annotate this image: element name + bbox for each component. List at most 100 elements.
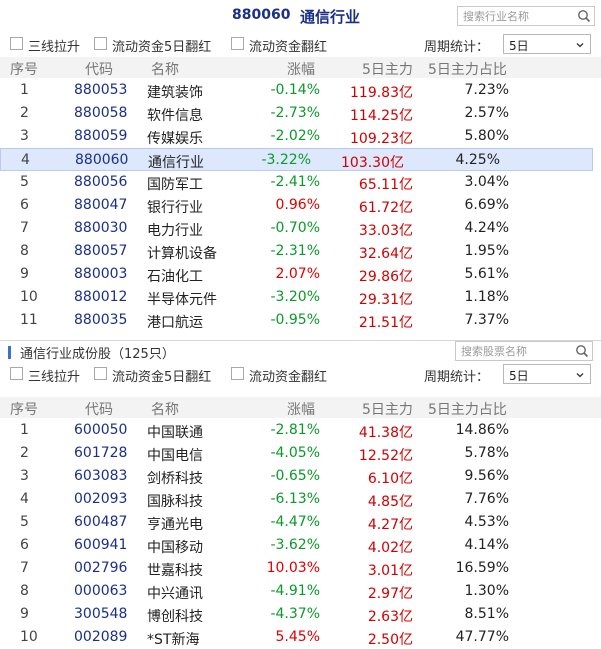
row-change: -3.20% xyxy=(270,289,320,305)
row-main5: 2.63亿 xyxy=(367,609,413,625)
row-main5: 21.51亿 xyxy=(358,315,413,331)
checkbox-fund-red[interactable] xyxy=(231,367,244,380)
period-select[interactable]: 5日 xyxy=(503,34,591,54)
row-code: 880012 xyxy=(74,289,128,305)
period-label: 周期统计： xyxy=(424,40,490,55)
table-row[interactable]: 9 300548 博创科技 -4.37% 2.63亿 8.51% xyxy=(0,603,601,626)
row-index: 1 xyxy=(20,82,29,98)
row-name: 计算机设备 xyxy=(147,246,217,262)
row-change: -3.22% xyxy=(261,152,311,168)
row-change: -6.13% xyxy=(270,491,320,507)
stock-search-input[interactable] xyxy=(456,342,573,360)
search-icon[interactable] xyxy=(577,9,591,23)
table-row[interactable]: 10 002089 *ST新海 5.45% 2.50亿 47.77% xyxy=(0,626,601,649)
table-row[interactable]: 6 880047 银行行业 0.96% 61.72亿 6.69% xyxy=(0,194,601,217)
table-row[interactable]: 5 880056 国防军工 -2.41% 65.11亿 3.04% xyxy=(0,171,601,194)
period-value: 5日 xyxy=(509,39,529,53)
table-row[interactable]: 1 880053 建筑装饰 -0.14% 119.83亿 7.23% xyxy=(0,79,601,102)
industry-table-header: 序号 代码 名称 涨幅 5日主力 5日主力占比 xyxy=(0,57,601,78)
table-row[interactable]: 7 880030 电力行业 -0.70% 33.03亿 4.24% xyxy=(0,217,601,240)
row-index: 4 xyxy=(21,152,30,168)
checkbox-fund-5day-red[interactable] xyxy=(94,367,107,380)
col-ratio[interactable]: 5日主力占比 xyxy=(428,399,507,419)
row-code: 002796 xyxy=(74,560,128,576)
row-name: 电力行业 xyxy=(147,223,203,239)
table-row[interactable]: 3 880059 传媒娱乐 -2.02% 109.23亿 5.80% xyxy=(0,125,601,148)
row-name: 国防军工 xyxy=(147,177,203,193)
col-code[interactable]: 代码 xyxy=(85,59,113,79)
row-change: 0.96% xyxy=(275,197,320,213)
checkbox-three-line[interactable] xyxy=(10,367,23,380)
table-row[interactable]: 7 002796 世嘉科技 10.03% 3.01亿 16.59% xyxy=(0,557,601,580)
row-name: 银行行业 xyxy=(147,200,203,216)
col-name[interactable]: 名称 xyxy=(151,59,179,79)
row-index: 2 xyxy=(20,105,29,121)
row-main5: 65.11亿 xyxy=(358,177,413,193)
stock-search-box[interactable] xyxy=(455,341,593,361)
row-change: -2.31% xyxy=(270,243,320,259)
row-index: 5 xyxy=(20,514,29,530)
row-main5: 61.72亿 xyxy=(358,200,413,216)
period-select[interactable]: 5日 xyxy=(503,364,591,384)
table-row[interactable]: 10 880012 半导体元件 -3.20% 29.31亿 1.18% xyxy=(0,286,601,309)
table-row[interactable]: 3 603083 剑桥科技 -0.65% 6.10亿 9.56% xyxy=(0,465,601,488)
row-ratio: 6.69% xyxy=(464,197,509,213)
row-name: 港口航运 xyxy=(147,315,203,331)
checkbox-three-line[interactable] xyxy=(10,37,23,50)
checkbox-fund-5day-red[interactable] xyxy=(94,37,107,50)
row-main5: 4.02亿 xyxy=(367,540,413,556)
row-code: 880047 xyxy=(74,197,128,213)
search-icon[interactable] xyxy=(575,344,589,358)
table-row[interactable]: 1 600050 中国联通 -2.81% 41.38亿 14.86% xyxy=(0,419,601,442)
checkbox-fund-red[interactable] xyxy=(231,37,244,50)
filter-bar: 三线拉升 流动资金5日翻红 流动资金翻红 周期统计： 5日 xyxy=(0,34,601,56)
industry-search-input[interactable] xyxy=(458,7,575,25)
row-main5: 2.50亿 xyxy=(367,632,413,648)
row-change: -0.70% xyxy=(270,220,320,236)
row-code: 880003 xyxy=(74,266,128,282)
col-main5[interactable]: 5日主力 xyxy=(362,399,413,419)
row-change: 5.45% xyxy=(275,629,320,645)
row-change: -4.47% xyxy=(270,514,320,530)
col-change[interactable]: 涨幅 xyxy=(287,399,315,419)
table-row[interactable]: 4 002093 国脉科技 -6.13% 4.85亿 7.76% xyxy=(0,488,601,511)
col-name[interactable]: 名称 xyxy=(151,399,179,419)
table-row[interactable]: 8 000063 中兴通讯 -4.91% 2.97亿 1.30% xyxy=(0,580,601,603)
col-main5[interactable]: 5日主力 xyxy=(362,59,413,79)
table-row[interactable]: 9 880003 石油化工 2.07% 29.86亿 5.61% xyxy=(0,263,601,286)
row-change: -4.91% xyxy=(270,583,320,599)
col-ratio[interactable]: 5日主力占比 xyxy=(428,59,507,79)
row-ratio: 5.78% xyxy=(464,445,509,461)
industry-search-box[interactable] xyxy=(457,6,595,26)
row-change: -2.41% xyxy=(270,174,320,190)
table-row[interactable]: 6 600941 中国移动 -3.62% 4.02亿 4.14% xyxy=(0,534,601,557)
row-index: 3 xyxy=(20,128,29,144)
table-row[interactable]: 4 880060 通信行业 -3.22% 103.30亿 4.25% xyxy=(0,148,593,171)
table-row[interactable]: 8 880057 计算机设备 -2.31% 32.64亿 1.95% xyxy=(0,240,601,263)
row-name: 中国联通 xyxy=(147,425,203,441)
checkbox-label: 流动资金5日翻红 xyxy=(112,370,212,385)
row-code: 880056 xyxy=(74,174,128,190)
table-row[interactable]: 2 880058 软件信息 -2.73% 114.25亿 2.57% xyxy=(0,102,601,125)
table-row[interactable]: 11 880035 港口航运 -0.95% 21.51亿 7.37% xyxy=(0,309,601,332)
col-change[interactable]: 涨幅 xyxy=(287,59,315,79)
col-index[interactable]: 序号 xyxy=(10,399,38,419)
col-index[interactable]: 序号 xyxy=(10,59,38,79)
table-row[interactable]: 5 600487 亨通光电 -4.47% 4.27亿 4.53% xyxy=(0,511,601,534)
col-code[interactable]: 代码 xyxy=(85,399,113,419)
row-name: 石油化工 xyxy=(147,269,203,285)
row-ratio: 2.57% xyxy=(464,105,509,121)
chevron-down-icon xyxy=(576,373,584,378)
row-ratio: 5.80% xyxy=(464,128,509,144)
row-ratio: 47.77% xyxy=(455,629,509,645)
period-value: 5日 xyxy=(509,369,529,383)
row-change: -0.95% xyxy=(270,312,320,328)
row-ratio: 9.56% xyxy=(464,468,509,484)
row-main5: 12.52亿 xyxy=(358,448,413,464)
row-change: 10.03% xyxy=(266,560,320,576)
row-name: 亨通光电 xyxy=(147,517,203,533)
row-name: 博创科技 xyxy=(147,609,203,625)
table-row[interactable]: 2 601728 中国电信 -4.05% 12.52亿 5.78% xyxy=(0,442,601,465)
row-index: 6 xyxy=(20,537,29,553)
section-marker xyxy=(8,346,11,359)
